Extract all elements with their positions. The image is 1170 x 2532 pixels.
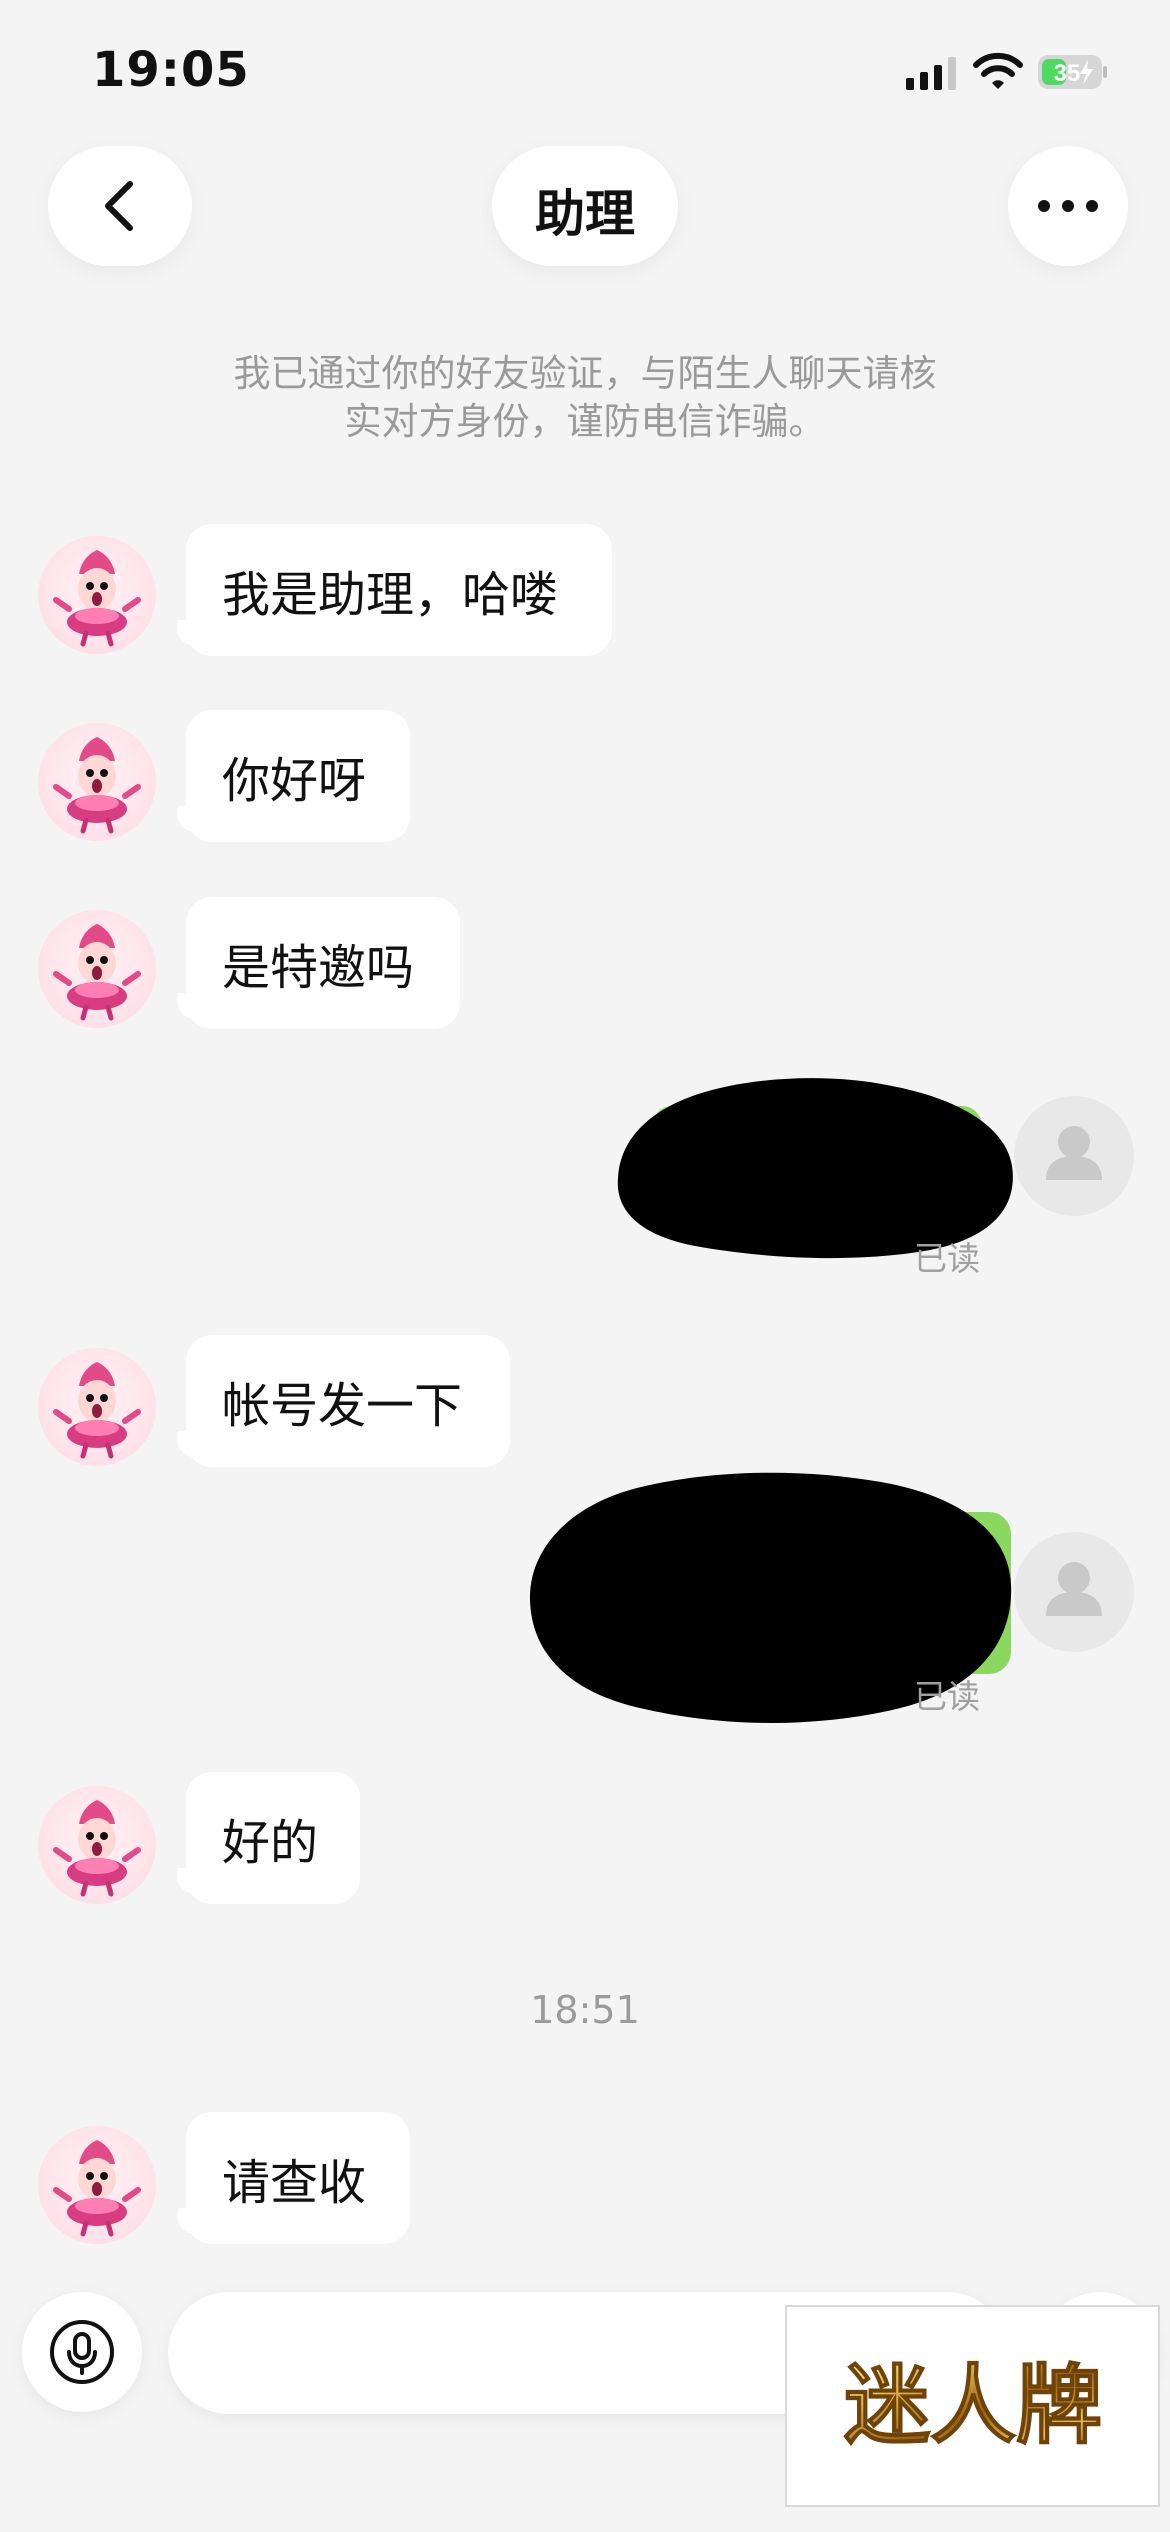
status-time: 19:05 — [92, 42, 250, 98]
read-receipt: 已读 — [914, 1677, 980, 1716]
battery-charging-icon: 35 — [1038, 55, 1107, 89]
contact-avatar[interactable] — [38, 2126, 156, 2244]
message-text: 请查收 — [222, 2155, 367, 2211]
default-user-icon — [1046, 1562, 1102, 1616]
message-text: 帐号发一下 — [222, 1378, 463, 1434]
incoming-message-bubble[interactable]: 好的 — [186, 1772, 360, 1904]
chat-timestamp: 18:51 — [530, 1988, 640, 2032]
default-user-icon — [1046, 1126, 1102, 1180]
chevron-left-icon — [105, 181, 133, 231]
contact-avatar[interactable] — [38, 1348, 156, 1466]
read-receipt: 已读 — [914, 1239, 980, 1278]
microphone-icon — [50, 2320, 114, 2384]
system-notice: 我已通过你的好友验证，与陌生人聊天请核 实对方身份，谨防电信诈骗。 — [200, 350, 970, 446]
cartoon-avatar-icon — [53, 1800, 141, 1897]
chat-title-pill[interactable]: 助理 — [492, 146, 678, 266]
message-text: 我是助理，哈喽 — [222, 567, 559, 623]
cartoon-avatar-icon — [53, 2140, 141, 2237]
message-text: 好的 — [222, 1815, 319, 1871]
contact-avatar[interactable] — [38, 723, 156, 841]
message-text: 是特邀吗 — [222, 940, 415, 996]
status-bar: 19:05 35 — [0, 0, 1170, 140]
incoming-message-bubble[interactable]: 请查收 — [186, 2112, 410, 2244]
back-button[interactable] — [48, 146, 192, 266]
incoming-message-bubble[interactable]: 帐号发一下 — [186, 1335, 510, 1467]
contact-avatar[interactable] — [38, 910, 156, 1028]
more-options-button[interactable] — [1008, 146, 1128, 266]
more-horizontal-icon — [1038, 200, 1098, 212]
incoming-message-bubble[interactable]: 是特邀吗 — [186, 897, 460, 1029]
self-avatar[interactable] — [1014, 1096, 1134, 1216]
cartoon-avatar-icon — [53, 1362, 141, 1459]
cartoon-avatar-icon — [53, 550, 141, 647]
cartoon-avatar-icon — [53, 737, 141, 834]
message-text: 你好呀 — [222, 753, 367, 809]
contact-avatar[interactable] — [38, 1786, 156, 1904]
watermark-text: 迷人牌 — [844, 2355, 1102, 2456]
chat-title: 助理 — [535, 185, 635, 243]
watermark-logo: 迷人牌 — [785, 2305, 1160, 2507]
signal-bars-icon — [906, 57, 956, 90]
system-notice-line: 我已通过你的好友验证，与陌生人聊天请核 — [233, 352, 937, 395]
battery-level: 35 — [1054, 60, 1081, 87]
incoming-message-bubble[interactable]: 我是助理，哈喽 — [186, 524, 612, 656]
system-notice-line: 实对方身份，谨防电信诈骗。 — [344, 400, 826, 443]
incoming-message-bubble[interactable]: 你好呀 — [186, 710, 410, 842]
contact-avatar[interactable] — [38, 536, 156, 654]
wifi-icon — [973, 52, 1023, 89]
self-avatar[interactable] — [1014, 1532, 1134, 1652]
cartoon-avatar-icon — [53, 924, 141, 1021]
voice-input-button[interactable] — [22, 2292, 142, 2412]
